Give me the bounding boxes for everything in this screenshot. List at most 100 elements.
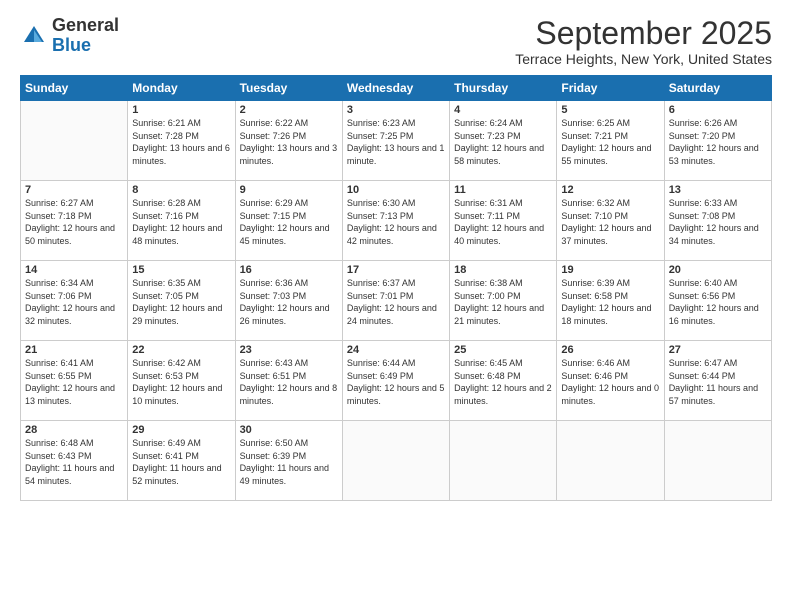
- calendar-cell: 29Sunrise: 6:49 AMSunset: 6:41 PMDayligh…: [128, 421, 235, 501]
- calendar-cell: [21, 101, 128, 181]
- day-info: Sunrise: 6:44 AMSunset: 6:49 PMDaylight:…: [347, 357, 445, 407]
- calendar-week-5: 28Sunrise: 6:48 AMSunset: 6:43 PMDayligh…: [21, 421, 772, 501]
- day-info: Sunrise: 6:33 AMSunset: 7:08 PMDaylight:…: [669, 197, 767, 247]
- day-number: 21: [25, 344, 123, 356]
- col-thursday: Thursday: [450, 76, 557, 101]
- title-block: September 2025 Terrace Heights, New York…: [515, 16, 772, 67]
- calendar-cell: 30Sunrise: 6:50 AMSunset: 6:39 PMDayligh…: [235, 421, 342, 501]
- calendar-week-4: 21Sunrise: 6:41 AMSunset: 6:55 PMDayligh…: [21, 341, 772, 421]
- calendar-cell: 22Sunrise: 6:42 AMSunset: 6:53 PMDayligh…: [128, 341, 235, 421]
- calendar-cell: 4Sunrise: 6:24 AMSunset: 7:23 PMDaylight…: [450, 101, 557, 181]
- day-number: 12: [561, 184, 659, 196]
- day-info: Sunrise: 6:38 AMSunset: 7:00 PMDaylight:…: [454, 277, 552, 327]
- day-number: 26: [561, 344, 659, 356]
- calendar-cell: 17Sunrise: 6:37 AMSunset: 7:01 PMDayligh…: [342, 261, 449, 341]
- calendar-cell: 2Sunrise: 6:22 AMSunset: 7:26 PMDaylight…: [235, 101, 342, 181]
- calendar-cell: 15Sunrise: 6:35 AMSunset: 7:05 PMDayligh…: [128, 261, 235, 341]
- day-info: Sunrise: 6:41 AMSunset: 6:55 PMDaylight:…: [25, 357, 123, 407]
- calendar-cell: 5Sunrise: 6:25 AMSunset: 7:21 PMDaylight…: [557, 101, 664, 181]
- day-number: 28: [25, 424, 123, 436]
- day-info: Sunrise: 6:28 AMSunset: 7:16 PMDaylight:…: [132, 197, 230, 247]
- day-number: 3: [347, 104, 445, 116]
- day-info: Sunrise: 6:43 AMSunset: 6:51 PMDaylight:…: [240, 357, 338, 407]
- logo-text: General Blue: [52, 16, 119, 56]
- day-info: Sunrise: 6:22 AMSunset: 7:26 PMDaylight:…: [240, 117, 338, 167]
- calendar-cell: 6Sunrise: 6:26 AMSunset: 7:20 PMDaylight…: [664, 101, 771, 181]
- calendar-cell: 7Sunrise: 6:27 AMSunset: 7:18 PMDaylight…: [21, 181, 128, 261]
- calendar-cell: [450, 421, 557, 501]
- day-info: Sunrise: 6:37 AMSunset: 7:01 PMDaylight:…: [347, 277, 445, 327]
- calendar-cell: 1Sunrise: 6:21 AMSunset: 7:28 PMDaylight…: [128, 101, 235, 181]
- calendar-cell: 16Sunrise: 6:36 AMSunset: 7:03 PMDayligh…: [235, 261, 342, 341]
- calendar-week-1: 1Sunrise: 6:21 AMSunset: 7:28 PMDaylight…: [21, 101, 772, 181]
- day-info: Sunrise: 6:47 AMSunset: 6:44 PMDaylight:…: [669, 357, 767, 407]
- calendar-header-row: Sunday Monday Tuesday Wednesday Thursday…: [21, 76, 772, 101]
- subtitle: Terrace Heights, New York, United States: [515, 51, 772, 67]
- day-number: 16: [240, 264, 338, 276]
- day-number: 18: [454, 264, 552, 276]
- day-info: Sunrise: 6:32 AMSunset: 7:10 PMDaylight:…: [561, 197, 659, 247]
- day-number: 2: [240, 104, 338, 116]
- day-info: Sunrise: 6:36 AMSunset: 7:03 PMDaylight:…: [240, 277, 338, 327]
- day-info: Sunrise: 6:26 AMSunset: 7:20 PMDaylight:…: [669, 117, 767, 167]
- day-number: 6: [669, 104, 767, 116]
- header: General Blue September 2025 Terrace Heig…: [20, 16, 772, 67]
- day-number: 11: [454, 184, 552, 196]
- day-info: Sunrise: 6:49 AMSunset: 6:41 PMDaylight:…: [132, 437, 230, 487]
- day-info: Sunrise: 6:21 AMSunset: 7:28 PMDaylight:…: [132, 117, 230, 167]
- day-info: Sunrise: 6:39 AMSunset: 6:58 PMDaylight:…: [561, 277, 659, 327]
- logo-blue: Blue: [52, 35, 91, 55]
- day-number: 19: [561, 264, 659, 276]
- calendar-cell: 11Sunrise: 6:31 AMSunset: 7:11 PMDayligh…: [450, 181, 557, 261]
- calendar-week-2: 7Sunrise: 6:27 AMSunset: 7:18 PMDaylight…: [21, 181, 772, 261]
- logo: General Blue: [20, 16, 119, 56]
- col-sunday: Sunday: [21, 76, 128, 101]
- day-info: Sunrise: 6:25 AMSunset: 7:21 PMDaylight:…: [561, 117, 659, 167]
- day-number: 4: [454, 104, 552, 116]
- day-number: 14: [25, 264, 123, 276]
- col-monday: Monday: [128, 76, 235, 101]
- col-wednesday: Wednesday: [342, 76, 449, 101]
- calendar-cell: 20Sunrise: 6:40 AMSunset: 6:56 PMDayligh…: [664, 261, 771, 341]
- col-friday: Friday: [557, 76, 664, 101]
- calendar-cell: 9Sunrise: 6:29 AMSunset: 7:15 PMDaylight…: [235, 181, 342, 261]
- calendar-cell: [342, 421, 449, 501]
- calendar-cell: 28Sunrise: 6:48 AMSunset: 6:43 PMDayligh…: [21, 421, 128, 501]
- day-info: Sunrise: 6:34 AMSunset: 7:06 PMDaylight:…: [25, 277, 123, 327]
- day-info: Sunrise: 6:30 AMSunset: 7:13 PMDaylight:…: [347, 197, 445, 247]
- col-tuesday: Tuesday: [235, 76, 342, 101]
- calendar-cell: 23Sunrise: 6:43 AMSunset: 6:51 PMDayligh…: [235, 341, 342, 421]
- day-info: Sunrise: 6:35 AMSunset: 7:05 PMDaylight:…: [132, 277, 230, 327]
- day-info: Sunrise: 6:24 AMSunset: 7:23 PMDaylight:…: [454, 117, 552, 167]
- day-number: 7: [25, 184, 123, 196]
- calendar-cell: 13Sunrise: 6:33 AMSunset: 7:08 PMDayligh…: [664, 181, 771, 261]
- day-number: 17: [347, 264, 445, 276]
- col-saturday: Saturday: [664, 76, 771, 101]
- page: General Blue September 2025 Terrace Heig…: [0, 0, 792, 612]
- calendar-cell: 26Sunrise: 6:46 AMSunset: 6:46 PMDayligh…: [557, 341, 664, 421]
- day-number: 20: [669, 264, 767, 276]
- calendar-cell: 19Sunrise: 6:39 AMSunset: 6:58 PMDayligh…: [557, 261, 664, 341]
- day-info: Sunrise: 6:29 AMSunset: 7:15 PMDaylight:…: [240, 197, 338, 247]
- day-number: 15: [132, 264, 230, 276]
- day-number: 5: [561, 104, 659, 116]
- day-info: Sunrise: 6:46 AMSunset: 6:46 PMDaylight:…: [561, 357, 659, 407]
- logo-general: General: [52, 15, 119, 35]
- day-number: 27: [669, 344, 767, 356]
- calendar-cell: 8Sunrise: 6:28 AMSunset: 7:16 PMDaylight…: [128, 181, 235, 261]
- day-info: Sunrise: 6:48 AMSunset: 6:43 PMDaylight:…: [25, 437, 123, 487]
- day-number: 1: [132, 104, 230, 116]
- day-info: Sunrise: 6:42 AMSunset: 6:53 PMDaylight:…: [132, 357, 230, 407]
- calendar: Sunday Monday Tuesday Wednesday Thursday…: [20, 75, 772, 501]
- calendar-cell: 3Sunrise: 6:23 AMSunset: 7:25 PMDaylight…: [342, 101, 449, 181]
- day-info: Sunrise: 6:31 AMSunset: 7:11 PMDaylight:…: [454, 197, 552, 247]
- day-number: 8: [132, 184, 230, 196]
- day-number: 25: [454, 344, 552, 356]
- calendar-cell: 14Sunrise: 6:34 AMSunset: 7:06 PMDayligh…: [21, 261, 128, 341]
- calendar-cell: 27Sunrise: 6:47 AMSunset: 6:44 PMDayligh…: [664, 341, 771, 421]
- day-info: Sunrise: 6:23 AMSunset: 7:25 PMDaylight:…: [347, 117, 445, 167]
- calendar-cell: 12Sunrise: 6:32 AMSunset: 7:10 PMDayligh…: [557, 181, 664, 261]
- day-info: Sunrise: 6:40 AMSunset: 6:56 PMDaylight:…: [669, 277, 767, 327]
- day-info: Sunrise: 6:45 AMSunset: 6:48 PMDaylight:…: [454, 357, 552, 407]
- calendar-cell: 25Sunrise: 6:45 AMSunset: 6:48 PMDayligh…: [450, 341, 557, 421]
